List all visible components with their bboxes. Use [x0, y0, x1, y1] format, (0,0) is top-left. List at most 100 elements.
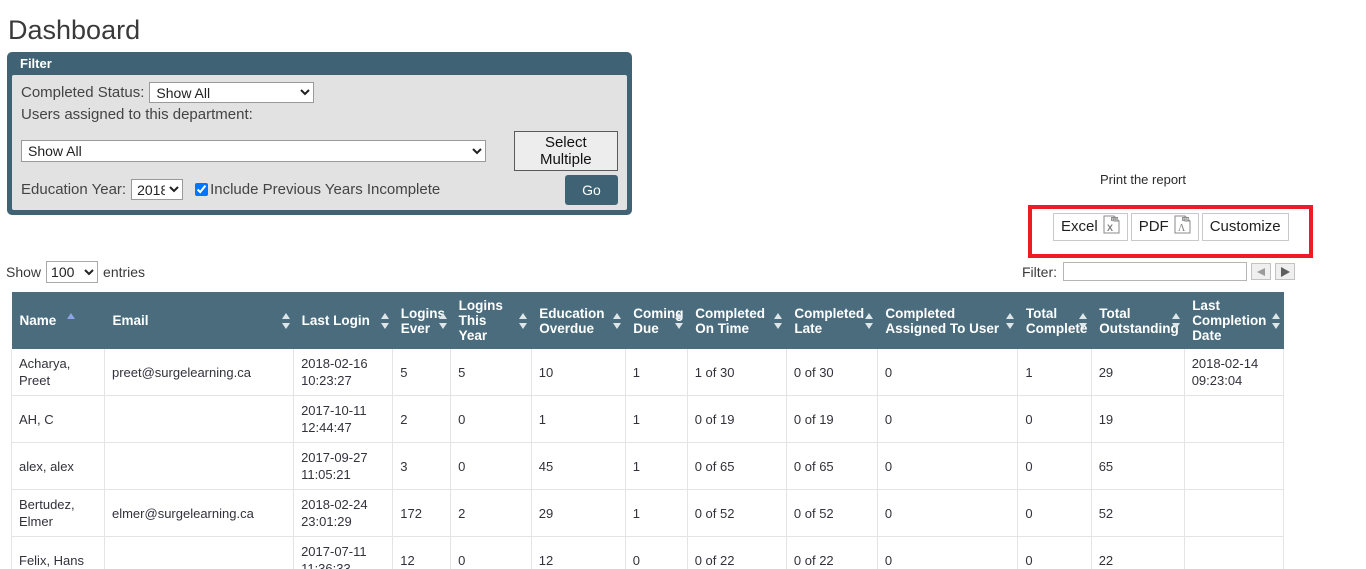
cell-completed-on-time: 0 of 19: [686, 395, 787, 443]
show-entries-prefix-label: Show: [6, 264, 42, 280]
cell-total-complete: 0: [1017, 536, 1092, 569]
cell-logins-this-year: 5: [450, 349, 532, 396]
cell-coming-due: 1: [624, 395, 688, 443]
cell-email: [103, 395, 295, 443]
cell-logins-this-year: 0: [450, 536, 532, 569]
show-entries-suffix-label: entries: [103, 264, 146, 280]
go-button[interactable]: Go: [565, 175, 618, 205]
cell-logins-ever: 12: [392, 536, 452, 569]
table-filter-input[interactable]: [1063, 262, 1247, 281]
cell-education-overdue: 12: [530, 536, 626, 569]
cell-email: [103, 442, 295, 490]
column-header-completed-late[interactable]: Completed Late: [786, 292, 878, 349]
cell-coming-due: 1: [624, 349, 688, 396]
column-header-name-label: Name: [19, 313, 57, 328]
cell-total-complete: 0: [1017, 442, 1092, 490]
column-header-completed-assigned-to-user[interactable]: Completed Assigned To User: [877, 292, 1018, 349]
cell-completed-on-time: 0 of 22: [686, 536, 787, 569]
dashboard-table-container: Name Email Last Login Logins Ever Logins…: [11, 292, 1285, 569]
sort-ascending-icon: [66, 312, 76, 329]
entries-per-page-select[interactable]: 100: [46, 261, 99, 283]
column-header-completed-assigned-to-user-label: Completed Assigned To User: [885, 305, 1000, 336]
pagination-next-button[interactable]: [1275, 263, 1295, 280]
include-previous-years-checkbox[interactable]: [195, 183, 209, 196]
column-header-completed-late-label: Completed Late: [794, 305, 865, 336]
cell-coming-due: 1: [624, 489, 688, 537]
column-header-last-login[interactable]: Last Login: [293, 292, 393, 349]
sort-both-icon: [281, 312, 291, 329]
table-filter-control: Filter:: [1022, 262, 1295, 281]
cell-education-overdue: 1: [530, 395, 626, 443]
cell-completed-late: 0 of 19: [785, 395, 878, 443]
column-header-coming-due-label: Coming Due: [633, 305, 684, 336]
column-header-last-completion-date-label: Last Completion Date: [1192, 298, 1267, 343]
include-previous-years-row[interactable]: Include Previous Years Incomplete: [195, 180, 440, 200]
column-header-email-label: Email: [112, 313, 149, 328]
excel-file-icon: XLS X: [1103, 215, 1120, 239]
cell-total-outstanding: 19: [1090, 395, 1185, 443]
select-multiple-button[interactable]: Select Multiple: [513, 131, 618, 171]
show-entries-control: Show 100 entries: [6, 261, 145, 283]
cell-name: Bertudez, Elmer: [11, 489, 105, 537]
cell-total-outstanding: 65: [1090, 442, 1185, 490]
column-header-last-completion-date[interactable]: Last Completion Date: [1184, 292, 1284, 349]
cell-logins-this-year: 0: [450, 442, 532, 490]
column-header-coming-due[interactable]: Coming Due: [625, 292, 688, 349]
table-row[interactable]: Bertudez, Elmer elmer@surgelearning.ca 2…: [11, 489, 1285, 537]
table-body: Acharya, Preet preet@surgelearning.ca 20…: [11, 349, 1285, 569]
column-header-name[interactable]: Name: [11, 292, 105, 349]
completed-status-select[interactable]: Show All: [149, 82, 315, 103]
excel-export-button[interactable]: Excel XLS X: [1053, 213, 1128, 241]
sort-both-icon: [519, 312, 528, 329]
sort-both-icon: [1172, 312, 1181, 329]
cell-total-outstanding: 29: [1090, 349, 1185, 396]
column-header-last-login-label: Last Login: [301, 313, 370, 328]
cell-last-login: 2018-02-16 10:23:27: [293, 349, 394, 396]
cell-email: preet@surgelearning.ca: [103, 349, 295, 396]
sort-both-icon: [865, 312, 874, 329]
column-header-logins-ever[interactable]: Logins Ever: [392, 292, 451, 349]
svg-text:PDF: PDF: [1182, 217, 1188, 221]
cell-logins-ever: 5: [392, 349, 452, 396]
sort-both-icon: [438, 312, 448, 329]
svg-text:XLS: XLS: [1111, 217, 1117, 221]
column-header-education-overdue[interactable]: Education Overdue: [531, 292, 626, 349]
cell-logins-ever: 172: [392, 489, 452, 537]
cell-completed-assigned-to-user: 0: [876, 395, 1019, 443]
cell-total-complete: 0: [1017, 489, 1092, 537]
column-header-email[interactable]: Email: [104, 292, 294, 349]
sort-both-icon: [1005, 312, 1015, 329]
pagination-previous-button[interactable]: [1251, 263, 1271, 280]
cell-last-login: 2017-07-11 11:36:33: [293, 536, 394, 569]
cell-last-completion-date: 2018-02-14 09:23:04: [1183, 349, 1285, 396]
education-year-select[interactable]: 2018: [131, 179, 184, 200]
customize-report-button[interactable]: Customize: [1201, 213, 1289, 241]
table-row[interactable]: alex, alex 2017-09-27 11:05:21 3 0 45 1 …: [11, 442, 1285, 490]
department-row: Show All Select Multiple: [21, 131, 618, 171]
cell-completed-assigned-to-user: 0: [876, 349, 1019, 396]
table-row[interactable]: AH, C 2017-10-11 12:44:47 2 0 1 1 0 of 1…: [11, 395, 1285, 443]
page-title: Dashboard: [8, 15, 141, 45]
department-label: Users assigned to this department:: [21, 106, 253, 123]
column-header-total-outstanding[interactable]: Total Outstanding: [1091, 292, 1185, 349]
department-label-row: Users assigned to this department:: [21, 105, 618, 125]
cell-completed-late: 0 of 22: [785, 536, 878, 569]
cell-last-login: 2018-02-24 23:01:29: [293, 489, 394, 537]
column-header-total-complete[interactable]: Total Complete: [1017, 292, 1092, 349]
column-header-logins-this-year[interactable]: Logins This Year: [450, 292, 532, 349]
sort-both-icon: [613, 312, 622, 329]
column-header-education-overdue-label: Education Overdue: [539, 305, 605, 336]
pdf-export-button[interactable]: PDF PDF Λ: [1130, 213, 1199, 241]
cell-last-completion-date: [1183, 442, 1285, 490]
table-row[interactable]: Felix, Hans 2017-07-11 11:36:33 12 0 12 …: [11, 536, 1285, 569]
column-header-completed-on-time[interactable]: Completed On Time: [687, 292, 787, 349]
pdf-button-label: PDF: [1138, 218, 1169, 235]
report-buttons-group: Excel XLS X PDF PDF Λ Customize: [1053, 213, 1289, 241]
cell-completed-late: 0 of 65: [785, 442, 878, 490]
department-select[interactable]: Show All: [21, 140, 486, 162]
cell-coming-due: 0: [624, 536, 688, 569]
cell-logins-this-year: 2: [450, 489, 532, 537]
completed-status-row: Completed Status: Show All: [21, 82, 618, 103]
table-header-row: Name Email Last Login Logins Ever Logins…: [11, 292, 1284, 349]
table-row[interactable]: Acharya, Preet preet@surgelearning.ca 20…: [11, 349, 1285, 396]
